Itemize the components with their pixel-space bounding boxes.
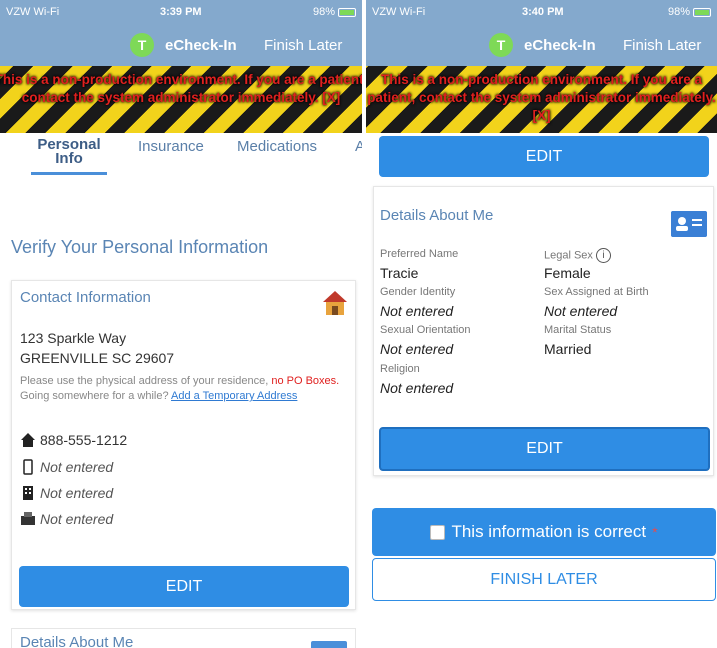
home-phone-icon	[21, 433, 35, 447]
banner-text: This is a non-production environment. If…	[367, 72, 716, 123]
building-icon	[23, 486, 33, 500]
required-marker: *	[652, 524, 658, 540]
details-about-me-card: Details About Me Preferred Name Tracie L…	[373, 186, 714, 476]
carrier-text: VZW Wi-Fi	[6, 6, 60, 18]
finish-later-link[interactable]: Finish Later	[264, 37, 342, 54]
confirm-information-bar[interactable]: This information is correct *	[372, 508, 716, 556]
finish-later-link[interactable]: Finish Later	[623, 37, 701, 54]
finish-later-button[interactable]: FINISH LATER	[372, 558, 716, 601]
sex-at-birth-label: Sex Assigned at Birth	[544, 286, 649, 298]
sexual-orientation-value: Not entered	[380, 341, 454, 357]
work-phone-value: Not entered	[40, 485, 114, 501]
religion-label: Religion	[380, 363, 420, 375]
address-line-1: 123 Sparkle Way	[20, 330, 127, 346]
id-card-icon	[311, 641, 347, 648]
add-temporary-address-link[interactable]: Add a Temporary Address	[171, 390, 297, 402]
edit-personal-button[interactable]: EDIT	[379, 136, 709, 177]
tab-personal-info[interactable]: Personal Info	[31, 137, 107, 175]
gender-identity-label: Gender Identity	[380, 286, 456, 298]
carrier-text: VZW Wi-Fi	[372, 6, 426, 18]
mobile-phone-row: Not entered	[20, 459, 113, 475]
marital-status-label: Marital Status	[544, 324, 612, 336]
id-card-icon	[671, 211, 707, 237]
info-icon[interactable]: i	[595, 248, 611, 263]
status-bar: VZW Wi-Fi 3:40 PM 98%	[366, 0, 717, 26]
note-text: Please use the physical address of your …	[20, 375, 269, 387]
fax-row: Not entered	[20, 511, 113, 527]
sex-at-birth-value: Not entered	[544, 303, 618, 319]
address-block: 123 Sparkle Way GREENVILLE SC 29607	[20, 328, 174, 368]
environment-warning-banner[interactable]: This is a non-production environment. If…	[366, 66, 717, 133]
legal-sex-label-row: Legal Sex i	[544, 248, 611, 263]
confirm-label: This information is correct	[451, 522, 647, 541]
card-title: Details About Me	[380, 207, 494, 224]
preferred-name-label: Preferred Name	[380, 248, 459, 260]
environment-warning-banner[interactable]: This is a non-production environment. If…	[0, 66, 362, 133]
contact-information-card: Contact Information 123 Sparkle Way GREE…	[11, 280, 356, 610]
religion-value: Not entered	[380, 380, 454, 396]
address-note: Please use the physical address of your …	[20, 374, 350, 404]
time-text: 3:39 PM	[160, 6, 202, 18]
battery-percent: 98%	[312, 6, 335, 18]
legal-sex-label: Legal Sex	[544, 249, 593, 262]
battery-percent: 98%	[667, 6, 690, 18]
preferred-name-value: Tracie	[380, 265, 419, 281]
fax-value: Not entered	[40, 511, 114, 527]
nav-bar: T eCheck-In Finish Later	[366, 26, 717, 66]
avatar: T	[489, 33, 513, 57]
address-line-2: GREENVILLE SC 29607	[20, 350, 175, 366]
confirm-checkbox[interactable]	[430, 524, 446, 540]
edit-contact-button[interactable]: EDIT	[19, 566, 349, 607]
work-phone-row: Not entered	[20, 485, 113, 501]
battery-status: 98%	[313, 6, 356, 18]
tab-medications[interactable]: Medications	[237, 138, 317, 155]
tab-insurance[interactable]: Insurance	[138, 138, 204, 155]
battery-status: 98%	[668, 6, 711, 18]
fax-icon	[21, 512, 35, 525]
card-title: Contact Information	[20, 289, 151, 306]
avatar: T	[130, 33, 154, 57]
status-bar: VZW Wi-Fi 3:39 PM 98%	[0, 0, 362, 26]
note-question: Going somewhere for a while?	[20, 390, 169, 402]
details-about-me-card-peek: Details About Me	[11, 628, 356, 648]
gender-identity-value: Not entered	[380, 303, 454, 319]
section-tabs: Personal Info Insurance Medications A	[0, 133, 362, 183]
app-title: eCheck-In	[165, 37, 237, 54]
marital-status-value: Married	[544, 341, 592, 357]
battery-icon	[693, 7, 711, 17]
mobile-phone-icon	[23, 459, 33, 475]
home-phone-row: 888-555-1212	[20, 432, 127, 448]
home-phone-value: 888-555-1212	[40, 432, 128, 448]
house-icon	[323, 291, 347, 315]
legal-sex-value: Female	[544, 265, 591, 281]
left-screen: VZW Wi-Fi 3:39 PM 98% T eCheck-In Finish…	[0, 0, 362, 648]
mobile-phone-value: Not entered	[40, 459, 114, 475]
tab-more[interactable]: A	[355, 138, 362, 155]
page-title: Verify Your Personal Information	[11, 237, 269, 257]
details-peek-title: Details About Me	[20, 634, 134, 648]
banner-text: This is a non-production environment. If…	[0, 72, 362, 105]
sexual-orientation-label: Sexual Orientation	[380, 324, 471, 336]
edit-details-button[interactable]: EDIT	[379, 427, 710, 471]
nav-bar: T eCheck-In Finish Later	[0, 26, 362, 66]
app-title: eCheck-In	[524, 37, 596, 54]
note-warning: no PO Boxes.	[271, 375, 340, 387]
right-screen: VZW Wi-Fi 3:40 PM 98% T eCheck-In Finish…	[366, 0, 717, 648]
time-text: 3:40 PM	[522, 6, 564, 18]
battery-icon	[338, 7, 356, 17]
